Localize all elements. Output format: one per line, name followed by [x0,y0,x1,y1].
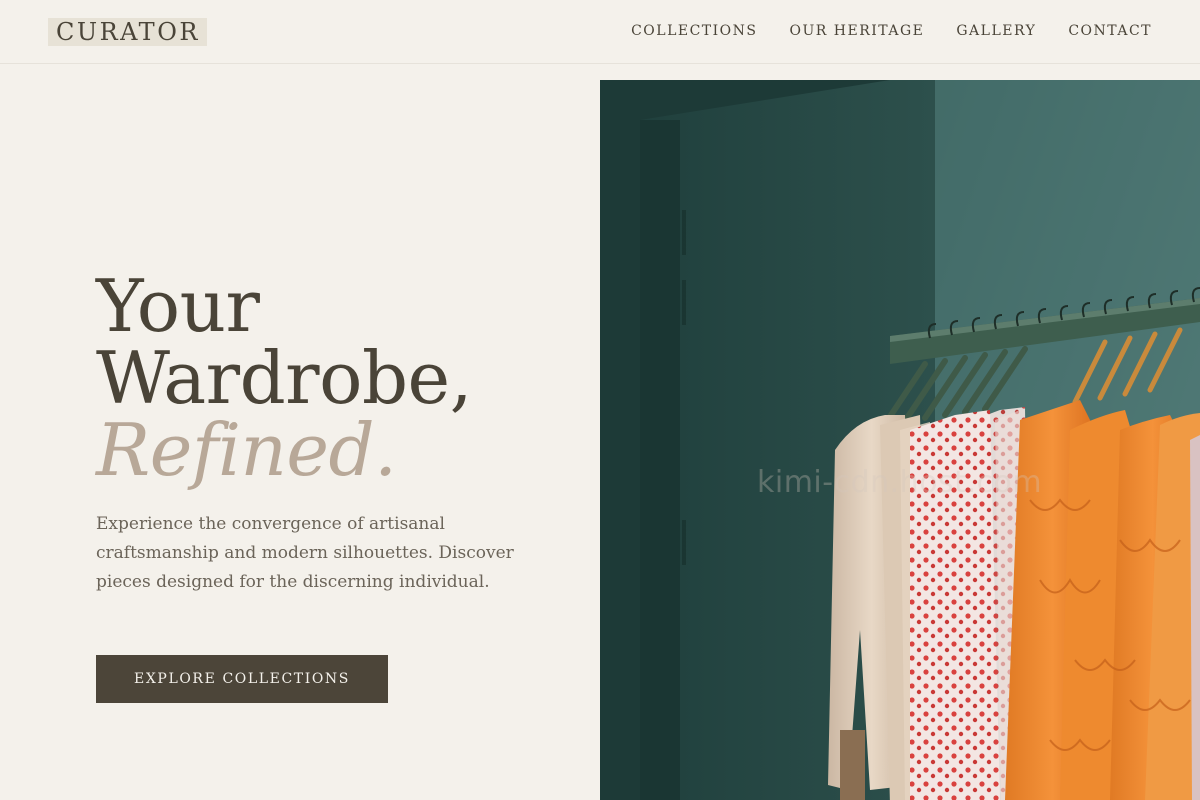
nav-contact[interactable]: CONTACT [1068,21,1152,41]
explore-collections-button[interactable]: EXPLORE COLLECTIONS [96,655,388,703]
logo[interactable]: CURATOR [48,18,207,46]
hero-title-line-1: Your [96,264,260,348]
hero-title: Your Wardrobe, Refined. [96,270,536,486]
main-nav: COLLECTIONS OUR HERITAGE GALLERY CONTACT [631,21,1152,41]
nav-our-heritage[interactable]: OUR HERITAGE [790,21,925,41]
nav-gallery[interactable]: GALLERY [956,21,1036,41]
hero-title-accent: Refined. [96,408,397,492]
clothing-rack-illustration [600,80,1200,800]
hero-description: Experience the convergence of artisanal … [96,514,514,592]
image-watermark: kimi-cdn.host.com [757,465,1043,500]
nav-collections[interactable]: COLLECTIONS [631,21,757,41]
site-header: CURATOR COLLECTIONS OUR HERITAGE GALLERY… [0,0,1200,64]
hero-image [600,80,1200,800]
hero-title-line-2: Wardrobe, [96,336,473,420]
